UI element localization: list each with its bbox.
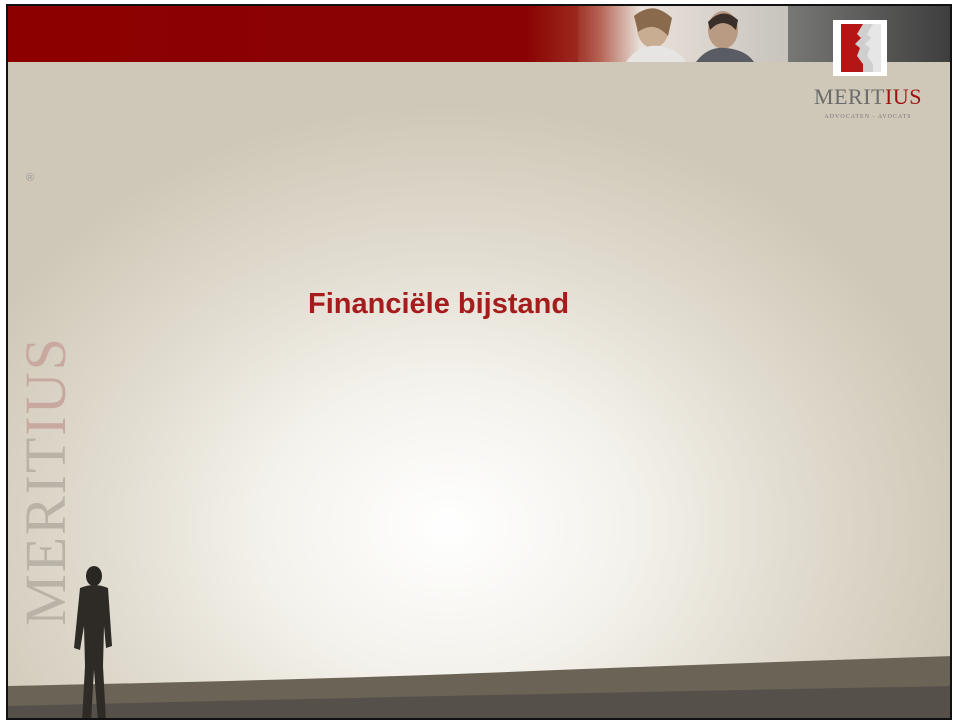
logo-wordmark: MERITIUS xyxy=(798,84,938,110)
ground-horizon xyxy=(8,656,950,718)
logo-faces-icon xyxy=(833,20,887,76)
header-photo-people xyxy=(578,6,788,62)
logo: MERITIUS ADVOCATEN - AVOCATS xyxy=(798,20,938,130)
standing-man-figure xyxy=(74,566,112,718)
slide-title: Financiële bijstand xyxy=(308,288,570,320)
registered-mark: ® xyxy=(26,172,35,184)
logo-tagline: ADVOCATEN - AVOCATS xyxy=(824,114,912,120)
slide: MERITIUS ADVOCATEN - AVOCATS MERITIUS ® … xyxy=(6,4,952,720)
logo-wordmark-part1: MERIT xyxy=(814,84,885,109)
vertical-brand-part2: IUS xyxy=(13,336,78,436)
logo-wordmark-part2: IUS xyxy=(885,84,922,109)
